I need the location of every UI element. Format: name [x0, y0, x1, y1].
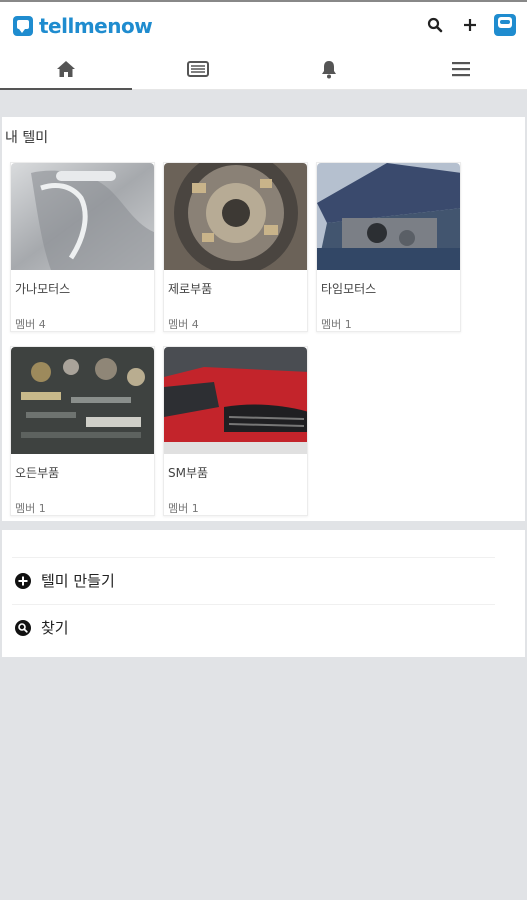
- plus-icon[interactable]: [458, 13, 482, 37]
- member-count: 멤버 4: [15, 318, 46, 331]
- group-card[interactable]: 오든부품 멤버 1: [10, 346, 155, 516]
- group-card[interactable]: 가나모터스 멤버 4: [10, 162, 155, 332]
- group-name: 제로부품: [168, 282, 213, 296]
- home-icon: [56, 60, 75, 77]
- member-count: 멤버 1: [321, 318, 352, 331]
- hamburger-icon: [452, 61, 471, 76]
- actions-panel: 텔미 만들기 찾기: [2, 530, 525, 657]
- member-count: 멤버 4: [168, 318, 199, 331]
- group-thumbnail: [317, 163, 460, 270]
- search-icon[interactable]: [423, 13, 447, 37]
- group-thumbnail: [164, 163, 307, 270]
- app-logo[interactable]: tellmenow: [13, 14, 153, 38]
- my-groups-panel: 내 텔미 가나모터스 멤버 4 제로부품 멤버 4 타임모터스 멤버 1 오든부…: [2, 117, 525, 521]
- group-name: 가나모터스: [15, 282, 71, 296]
- group-name: 타임모터스: [321, 282, 377, 296]
- logo-text: tellmenow: [39, 14, 153, 38]
- tab-notifications[interactable]: [264, 48, 396, 89]
- member-count: 멤버 1: [15, 502, 46, 515]
- find-group-label: 찾기: [41, 619, 69, 637]
- member-count: 멤버 1: [168, 502, 199, 515]
- group-card[interactable]: SM부품 멤버 1: [163, 346, 308, 516]
- group-name: 오든부품: [15, 466, 60, 480]
- search-circle-icon: [15, 619, 31, 636]
- profile-icon[interactable]: [493, 13, 517, 37]
- tab-home[interactable]: [0, 48, 132, 90]
- bell-icon: [322, 60, 337, 78]
- top-actions: [412, 13, 517, 37]
- tab-bar: [0, 48, 527, 90]
- avatar: [494, 14, 516, 36]
- create-group-button[interactable]: 텔미 만들기: [12, 557, 495, 603]
- tab-menu[interactable]: [395, 48, 527, 89]
- group-thumbnail: [164, 347, 307, 454]
- logo-icon: [13, 16, 33, 36]
- tab-list[interactable]: [132, 48, 264, 89]
- section-title: 내 텔미: [5, 130, 49, 146]
- group-card[interactable]: 제로부품 멤버 4: [163, 162, 308, 332]
- top-bar: tellmenow: [0, 0, 527, 48]
- group-card[interactable]: 타임모터스 멤버 1: [316, 162, 461, 332]
- list-icon: [186, 60, 209, 77]
- group-thumbnail: [11, 347, 154, 454]
- find-group-button[interactable]: 찾기: [12, 604, 495, 650]
- group-name: SM부품: [168, 466, 209, 480]
- plus-circle-icon: [15, 572, 31, 589]
- create-group-label: 텔미 만들기: [41, 572, 115, 590]
- group-thumbnail: [11, 163, 154, 270]
